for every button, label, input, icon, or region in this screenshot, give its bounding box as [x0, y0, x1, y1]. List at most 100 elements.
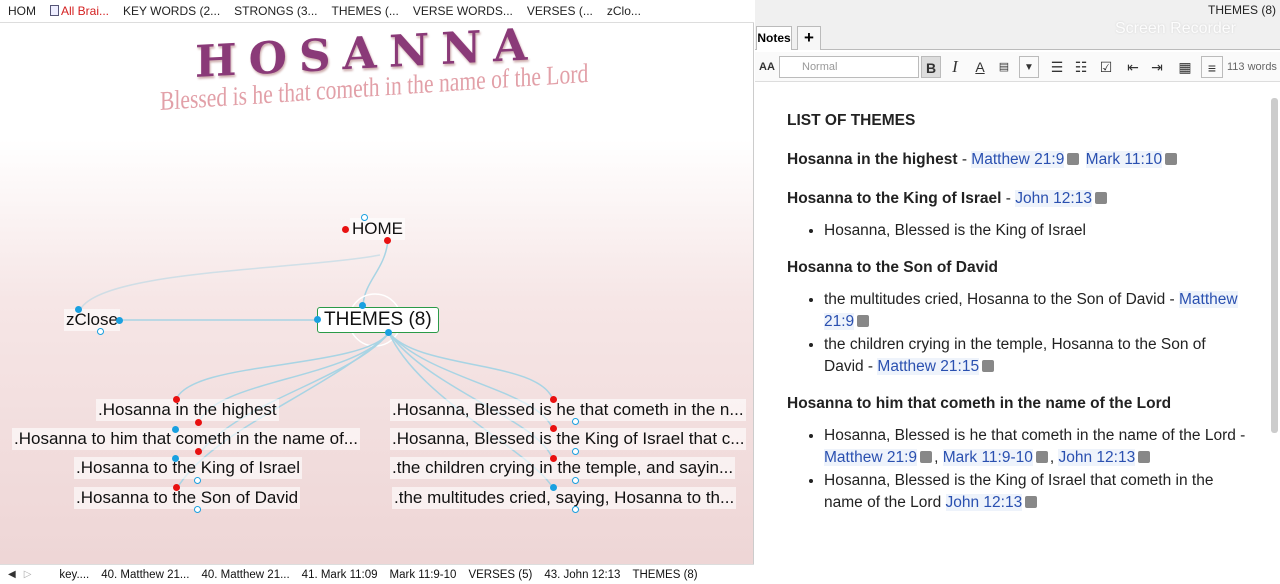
verse-link[interactable]: Mark 11:9-10	[942, 449, 1033, 466]
link-icon	[982, 360, 995, 372]
verse-link[interactable]: John 12:13	[1015, 190, 1092, 207]
history-item[interactable]: THEMES (8)	[632, 569, 697, 581]
theme-heading: Hosanna to him that cometh in the name o…	[787, 395, 1172, 412]
link-icon	[1035, 451, 1048, 463]
handle-dot	[359, 302, 366, 309]
history-item[interactable]: 40. Matthew 21...	[101, 569, 189, 581]
theme-heading: Hosanna in the highest - Matthew 21:9 Ma…	[787, 149, 1247, 171]
notes-pane: THEMES (8) Screen Recorder Notes + AA No…	[755, 0, 1280, 584]
verse-link[interactable]: John 12:13	[945, 494, 1023, 511]
handle-dot	[173, 484, 180, 491]
bullet-list-icon[interactable]: ☰	[1047, 56, 1067, 78]
handle-dot	[384, 237, 391, 244]
verse-link[interactable]: Matthew 21:15	[877, 358, 980, 375]
node-home[interactable]: HOME	[350, 218, 405, 240]
node-theme-child[interactable]: .Hosanna in the highest	[96, 399, 279, 421]
note-bullet: Hosanna, Blessed is the King of Israel t…	[824, 470, 1247, 514]
handle-dot	[572, 506, 579, 513]
handle-dot	[550, 455, 557, 462]
handle-dot	[172, 455, 179, 462]
indent-icon[interactable]: ⇥	[1147, 56, 1167, 78]
handle-dot	[572, 448, 579, 455]
calendar-icon[interactable]: ▦	[1175, 56, 1195, 78]
handle-dot	[572, 477, 579, 484]
checkbox-icon[interactable]: ☑	[1097, 56, 1115, 78]
handle-dot	[195, 448, 202, 455]
verse-link[interactable]: Matthew 21:9	[824, 449, 918, 466]
node-theme-child[interactable]: .Hosanna, Blessed is he that cometh in t…	[390, 399, 746, 421]
handle-dot	[550, 484, 557, 491]
tab-notes[interactable]: Notes	[756, 26, 792, 50]
handle-dot	[550, 396, 557, 403]
node-theme-child[interactable]: .Hosanna to him that cometh in the name …	[12, 428, 360, 450]
handle-dot	[572, 418, 579, 425]
link-zclose-home	[79, 254, 381, 311]
style-select[interactable]: Normal	[779, 56, 919, 78]
handle-dot	[116, 317, 123, 324]
node-themes[interactable]: THEMES (8)	[317, 307, 439, 333]
back-arrow-icon[interactable]: ◀	[8, 569, 16, 580]
handle-dot	[195, 419, 202, 426]
handle-dot	[314, 316, 321, 323]
handle-dot	[194, 477, 201, 484]
node-theme-child[interactable]: .Hosanna to the Son of David	[74, 487, 301, 509]
font-color-icon[interactable]: A	[971, 56, 989, 78]
history-item[interactable]: 40. Matthew 21...	[201, 569, 289, 581]
node-theme-child[interactable]: .the children crying in the temple, and …	[390, 457, 736, 479]
handle-dot	[97, 328, 104, 335]
handle-dot	[173, 396, 180, 403]
note-bullet: the multitudes cried, Hosanna to the Son…	[824, 289, 1247, 333]
add-tab-button[interactable]: +	[797, 26, 821, 50]
link-icon	[1094, 192, 1107, 204]
link-icon	[1165, 153, 1178, 165]
link-icon	[920, 451, 933, 463]
mind-map-pane: HOM All Brai... KEY WORDS (2... STRONGS …	[0, 0, 754, 584]
note-bullet: the children crying in the temple, Hosan…	[824, 334, 1247, 378]
history-item[interactable]: 43. John 12:13	[544, 569, 620, 581]
italic-button[interactable]: I	[947, 56, 963, 78]
handle-dot	[385, 329, 392, 336]
theme-heading: Hosanna to the Son of David	[787, 259, 998, 276]
forward-arrow-icon[interactable]: ▷	[24, 569, 32, 580]
node-theme-child[interactable]: .the multitudes cried, saying, Hosanna t…	[392, 487, 737, 509]
history-item[interactable]: key....	[59, 569, 89, 581]
highlight-icon[interactable]: ▤	[995, 56, 1013, 78]
bold-button[interactable]: B	[921, 56, 941, 78]
notes-title: THEMES (8)	[1207, 3, 1276, 17]
handle-dot	[361, 214, 368, 221]
verse-link[interactable]: Matthew 21:9	[971, 151, 1065, 168]
history-item[interactable]: Mark 11:9-10	[390, 569, 457, 581]
link-icon	[857, 315, 870, 327]
bottom-history-bar: ◀ ▷ key.... 40. Matthew 21... 40. Matthe…	[0, 564, 754, 584]
outdent-icon[interactable]: ⇤	[1123, 56, 1143, 78]
verse-link[interactable]: Mark 11:10	[1085, 151, 1163, 168]
watermark: Screen Recorder	[1115, 20, 1236, 37]
numbered-list-icon[interactable]: ☷	[1071, 56, 1091, 78]
align-icon[interactable]: ≡	[1201, 56, 1223, 78]
handle-dot	[342, 226, 349, 233]
scrollbar[interactable]	[1271, 98, 1278, 433]
theme-heading: Hosanna to the King of Israel - John 12:…	[787, 188, 1247, 210]
editor-toolbar: AA Normal B I A ▤ ▼ ☰ ☷ ☑ ⇤ ⇥ ▦ ≡ 113 wo…	[755, 52, 1280, 82]
font-size-button[interactable]: AA	[759, 56, 775, 78]
handle-dot	[550, 425, 557, 432]
note-bullet: Hosanna, Blessed is he that cometh in th…	[824, 425, 1247, 469]
handle-dot	[194, 506, 201, 513]
node-theme-child[interactable]: .Hosanna to the King of Israel	[74, 457, 302, 479]
verse-link[interactable]: John 12:13	[1058, 449, 1136, 466]
note-bullet: Hosanna, Blessed is the King of Israel	[824, 220, 1247, 242]
link-icon	[1067, 153, 1080, 165]
node-zclose[interactable]: zClose	[64, 309, 120, 331]
history-item[interactable]: VERSES (5)	[468, 569, 532, 581]
handle-dot	[172, 426, 179, 433]
notes-content[interactable]: LIST OF THEMES Hosanna in the highest - …	[787, 110, 1247, 529]
word-count: 113 words	[1227, 61, 1277, 73]
notes-heading: LIST OF THEMES	[787, 112, 916, 129]
node-theme-child[interactable]: .Hosanna, Blessed is the King of Israel …	[390, 428, 747, 450]
link-icon	[1138, 451, 1151, 463]
notes-header: THEMES (8) Screen Recorder Notes +	[755, 0, 1280, 50]
dropdown-icon[interactable]: ▼	[1019, 56, 1039, 78]
handle-dot	[75, 306, 82, 313]
history-item[interactable]: 41. Mark 11:09	[302, 569, 378, 581]
link-icon	[1025, 496, 1038, 508]
